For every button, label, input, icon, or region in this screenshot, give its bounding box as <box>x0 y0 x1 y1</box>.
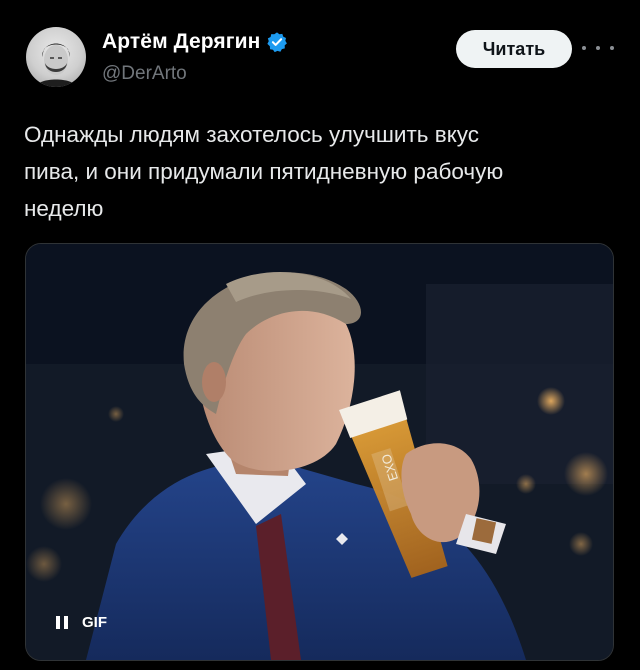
gif-badge-label: GIF <box>82 613 107 631</box>
gif-controls[interactable]: GIF <box>44 606 119 638</box>
gif-image: EXO <box>26 244 613 660</box>
verified-badge-icon <box>266 31 288 53</box>
ellipsis-icon[interactable] <box>582 38 614 58</box>
tweet-header: Артём Дерягин @DerArto Читать <box>0 0 640 100</box>
pause-icon[interactable] <box>56 615 68 629</box>
author-display-name[interactable]: Артём Дерягин <box>102 30 260 54</box>
author-handle[interactable]: @DerArto <box>102 63 187 85</box>
author-name-row: Артём Дерягин <box>102 30 288 54</box>
gif-media[interactable]: EXO GIF <box>25 243 614 661</box>
tweet-text: Однажды людям захотелось улучшить вкус п… <box>24 122 504 221</box>
avatar[interactable] <box>26 27 86 87</box>
follow-button[interactable]: Читать <box>456 30 572 68</box>
